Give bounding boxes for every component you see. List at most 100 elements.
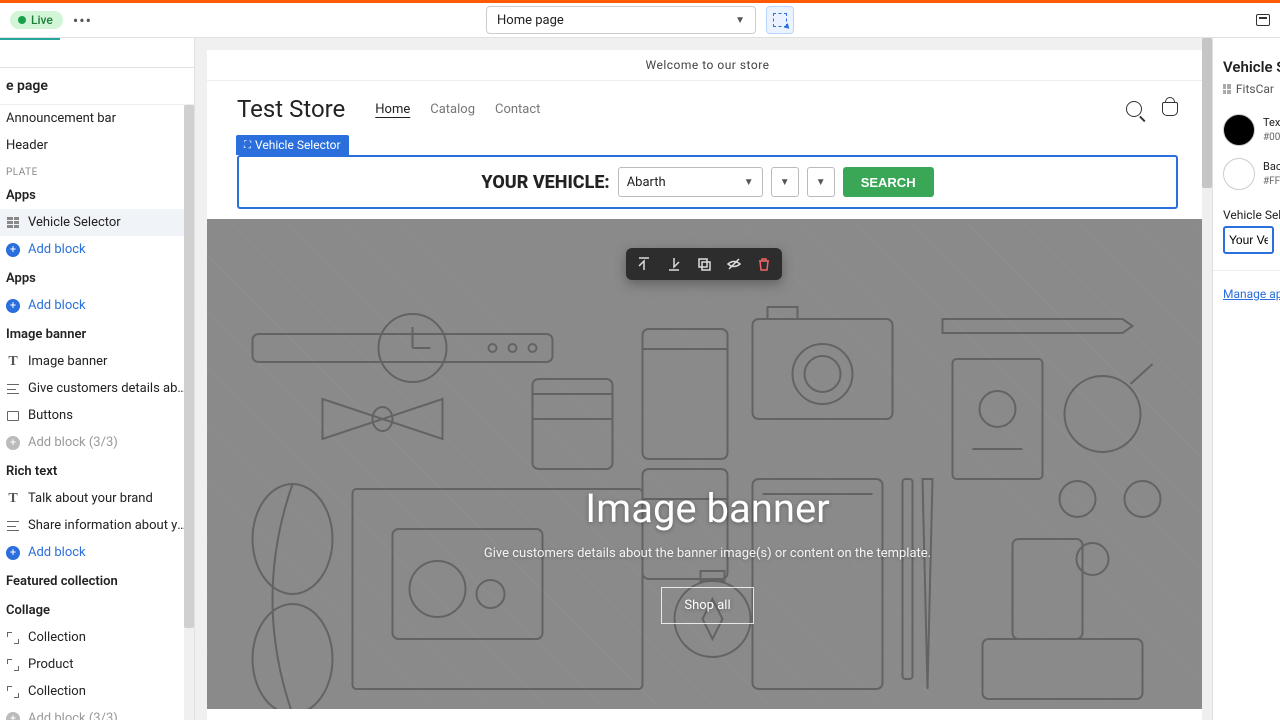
chevron-down-icon: ▼ — [735, 15, 745, 26]
divider — [1213, 270, 1280, 271]
device-preview-icon[interactable] — [1256, 14, 1270, 26]
section-apps-2[interactable]: Apps — [0, 263, 194, 292]
store-title[interactable]: Test Store — [237, 95, 345, 123]
vehicle-year-select[interactable]: ▼ — [807, 167, 835, 197]
section-featured-collection[interactable]: Featured collection — [0, 566, 194, 595]
left-scrollbar[interactable] — [184, 105, 194, 720]
block-image-banner-heading[interactable]: T Image banner — [0, 348, 194, 375]
add-block-disabled: + Add block (3/3) — [0, 429, 194, 456]
selection-tag[interactable]: ⛶ Vehicle Selector — [236, 135, 349, 155]
block-collection-2[interactable]: Collection — [0, 678, 194, 705]
inspector-title: Vehicle Sel — [1223, 58, 1274, 76]
frame-icon — [6, 685, 20, 699]
app-source[interactable]: FitsCar — [1223, 82, 1274, 96]
paragraph-icon — [6, 382, 20, 396]
plus-icon: + — [6, 299, 20, 313]
page-title: e page — [0, 68, 194, 105]
main-area: e page Announcement bar Header PLATE App… — [0, 38, 1280, 720]
hide-button[interactable] — [726, 256, 742, 272]
chevron-down-icon: ▼ — [744, 177, 754, 188]
duplicate-button[interactable] — [696, 256, 712, 272]
button-icon — [6, 409, 20, 423]
store-header: Test Store Home Catalog Contact — [207, 81, 1208, 137]
scrollbar-thumb[interactable] — [184, 105, 194, 628]
block-collection-1[interactable]: Collection — [0, 624, 194, 651]
selected-section[interactable]: ⛶ Vehicle Selector YOUR VEHICLE: Abarth … — [237, 155, 1178, 209]
text-color-setting[interactable]: Text C #0000 — [1223, 114, 1274, 146]
cart-icon[interactable] — [1162, 102, 1178, 116]
store-nav: Home Catalog Contact — [375, 102, 540, 117]
selection-frame-icon: ⛶ — [244, 140, 251, 151]
add-block-button-2[interactable]: + Add block — [0, 292, 194, 319]
color-swatch-black[interactable] — [1223, 114, 1255, 146]
page-selector-group: Home page ▼ — [486, 6, 794, 34]
delete-button[interactable] — [756, 256, 772, 272]
scrollbar-thumb[interactable] — [1202, 38, 1212, 188]
nav-catalog[interactable]: Catalog — [430, 102, 475, 117]
bg-color-setting[interactable]: Backg #FFF — [1223, 158, 1274, 190]
page-select[interactable]: Home page ▼ — [486, 6, 756, 34]
section-announcement-bar[interactable]: Announcement bar — [0, 105, 194, 132]
nav-contact[interactable]: Contact — [495, 102, 540, 117]
block-buttons[interactable]: Buttons — [0, 402, 194, 429]
frame-icon — [6, 631, 20, 645]
block-product[interactable]: Product — [0, 651, 194, 678]
inspector-toggle-button[interactable] — [766, 6, 794, 34]
add-block-button-3[interactable]: + Add block — [0, 539, 194, 566]
frame-icon — [6, 658, 20, 672]
more-icon[interactable]: ••• — [73, 11, 92, 30]
nav-home[interactable]: Home — [375, 102, 410, 117]
canvas-scrollbar[interactable] — [1202, 38, 1212, 720]
move-up-button[interactable] — [636, 256, 652, 272]
move-down-button[interactable] — [666, 256, 682, 272]
block-image-banner-text[interactable]: Give customers details abo... — [0, 375, 194, 402]
manage-app-link[interactable]: Manage app — [1223, 287, 1280, 301]
block-vehicle-selector[interactable]: Vehicle Selector — [0, 209, 194, 236]
preview-canvas: Welcome to our store Test Store Home Cat… — [207, 50, 1208, 720]
announcement-bar[interactable]: Welcome to our store — [207, 50, 1208, 81]
add-block-button[interactable]: + Add block — [0, 236, 194, 263]
vehicle-selector-widget: YOUR VEHICLE: Abarth ▼ ▼ ▼ SEARCH — [237, 155, 1178, 209]
section-image-banner[interactable]: Image banner — [0, 319, 194, 348]
plus-icon: + — [6, 436, 20, 450]
search-icon[interactable] — [1126, 101, 1142, 117]
section-rich-text[interactable]: Rich text — [0, 456, 194, 485]
floating-toolbar — [626, 248, 782, 280]
left-panel-tabs[interactable] — [0, 38, 194, 68]
inspector-icon — [773, 13, 787, 27]
paragraph-icon — [6, 519, 20, 533]
chevron-down-icon: ▼ — [816, 177, 826, 188]
vehicle-label: YOUR VEHICLE: — [481, 172, 609, 193]
block-talk-brand[interactable]: T Talk about your brand — [0, 485, 194, 512]
banner-subtext[interactable]: Give customers details about the banner … — [484, 546, 931, 561]
image-banner[interactable]: Image banner Give customers details abou… — [207, 219, 1208, 709]
plus-icon: + — [6, 243, 20, 257]
page-select-value: Home page — [497, 13, 564, 28]
banner-placeholder-illustration — [207, 219, 1208, 709]
banner-button[interactable]: Shop all — [661, 587, 753, 624]
section-apps[interactable]: Apps — [0, 180, 194, 209]
field-label: Vehicle Selec — [1223, 208, 1274, 222]
banner-heading[interactable]: Image banner — [484, 485, 931, 532]
text-icon: T — [6, 355, 20, 369]
app-icon — [1223, 84, 1231, 94]
color-swatch-white[interactable] — [1223, 158, 1255, 190]
section-collage[interactable]: Collage — [0, 595, 194, 624]
header-icons — [1126, 101, 1178, 117]
block-share-info[interactable]: Share information about yo... — [0, 512, 194, 539]
section-list: Announcement bar Header PLATE Apps Vehic… — [0, 105, 194, 720]
vehicle-model-select[interactable]: ▼ — [771, 167, 799, 197]
live-dot-icon — [18, 16, 26, 24]
app-block-icon — [6, 216, 20, 230]
template-label: PLATE — [0, 159, 194, 180]
plus-icon: + — [6, 546, 20, 560]
left-panel: e page Announcement bar Header PLATE App… — [0, 38, 195, 720]
section-header[interactable]: Header — [0, 132, 194, 159]
vehicle-search-button[interactable]: SEARCH — [843, 167, 934, 197]
vehicle-label-input[interactable] — [1223, 226, 1274, 254]
chevron-down-icon: ▼ — [780, 177, 790, 188]
live-label: Live — [31, 13, 53, 27]
canvas-wrapper: Welcome to our store Test Store Home Cat… — [195, 38, 1212, 720]
add-block-disabled-2: + Add block (3/3) — [0, 705, 194, 720]
vehicle-make-select[interactable]: Abarth ▼ — [618, 167, 763, 197]
